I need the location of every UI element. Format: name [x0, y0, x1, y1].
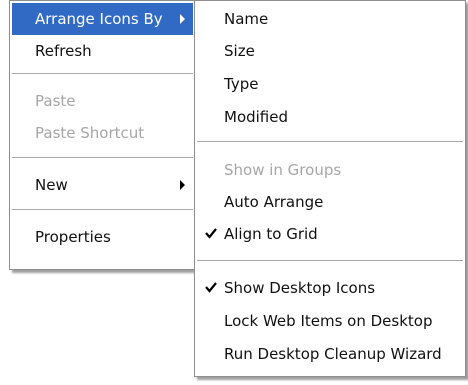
- menu-item-label: Lock Web Items on Desktop: [224, 312, 433, 330]
- submenu-item-lock-web-items[interactable]: Lock Web Items on Desktop: [197, 305, 463, 337]
- submenu-item-run-cleanup-wizard[interactable]: Run Desktop Cleanup Wizard: [197, 338, 463, 370]
- menu-item-arrange-icons-by[interactable]: Arrange Icons By: [12, 3, 193, 35]
- submenu-item-modified[interactable]: Modified: [197, 101, 463, 133]
- menu-item-label: Run Desktop Cleanup Wizard: [224, 345, 442, 363]
- menu-item-label: Refresh: [35, 42, 92, 60]
- submenu-item-show-in-groups: Show in Groups: [197, 154, 463, 186]
- menu-item-label: Arrange Icons By: [35, 10, 163, 28]
- menu-item-label: Paste Shortcut: [35, 124, 145, 142]
- arrange-icons-submenu: Name Size Type Modified Show in Groups A…: [194, 0, 466, 377]
- menu-separator: [12, 209, 193, 211]
- menu-item-label: Properties: [35, 228, 111, 246]
- checkmark-icon: [205, 282, 217, 293]
- menu-item-refresh[interactable]: Refresh: [12, 35, 193, 67]
- menu-item-label: Name: [224, 10, 269, 28]
- menu-separator: [197, 260, 463, 262]
- submenu-item-size[interactable]: Size: [197, 35, 463, 67]
- submenu-item-name[interactable]: Name: [197, 3, 463, 35]
- menu-item-label: Align to Grid: [224, 225, 318, 243]
- menu-separator: [197, 141, 463, 143]
- submenu-arrow-icon: [180, 180, 185, 190]
- menu-item-label: New: [35, 176, 68, 194]
- menu-item-label: Show in Groups: [224, 161, 342, 179]
- menu-item-label: Paste: [35, 92, 76, 110]
- menu-separator: [12, 73, 193, 75]
- menu-separator: [12, 157, 193, 159]
- menu-item-label: Show Desktop Icons: [224, 279, 376, 297]
- submenu-item-auto-arrange[interactable]: Auto Arrange: [197, 186, 463, 218]
- menu-item-label: Size: [224, 42, 255, 60]
- checkmark-icon: [205, 228, 217, 239]
- desktop-context-menu: Arrange Icons By Refresh Paste Paste Sho…: [9, 0, 196, 270]
- submenu-arrow-icon: [180, 14, 185, 24]
- submenu-item-show-desktop-icons[interactable]: Show Desktop Icons: [197, 272, 463, 304]
- menu-item-new[interactable]: New: [12, 169, 193, 201]
- submenu-item-align-to-grid[interactable]: Align to Grid: [197, 218, 463, 250]
- submenu-item-type[interactable]: Type: [197, 68, 463, 100]
- menu-item-label: Modified: [224, 108, 289, 126]
- menu-item-properties[interactable]: Properties: [12, 221, 193, 253]
- menu-item-paste-shortcut: Paste Shortcut: [12, 117, 193, 149]
- menu-item-label: Auto Arrange: [224, 193, 324, 211]
- menu-item-label: Type: [224, 75, 259, 93]
- menu-item-paste: Paste: [12, 85, 193, 117]
